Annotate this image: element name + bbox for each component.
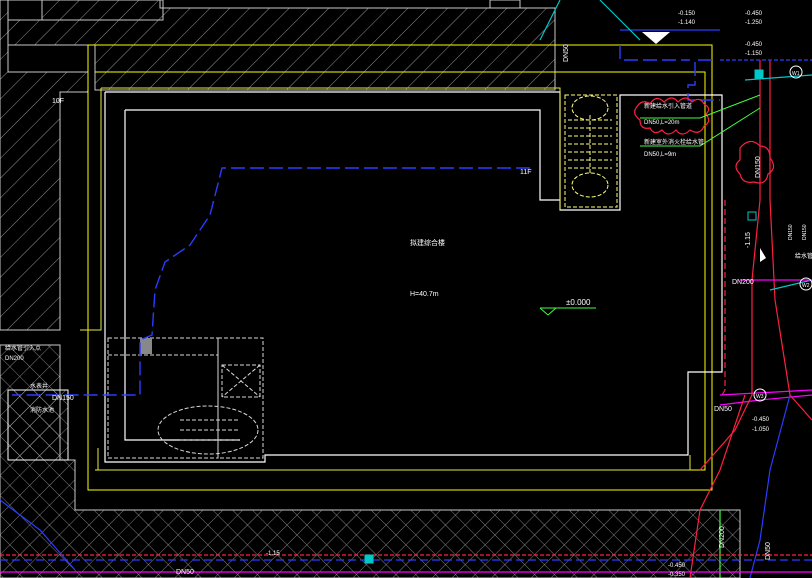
dn-label-vertical: DN150: [755, 156, 762, 178]
building-title: 拟建综合楼: [410, 238, 445, 247]
side-2: DN150: [802, 224, 808, 240]
elev-right-1: -0.450: [752, 417, 770, 423]
elev-top-5: -0.450: [745, 42, 763, 48]
left-note-1: 给水管引入点: [5, 344, 41, 352]
dn-label-left: DN150: [52, 395, 74, 402]
side-3: 给水管: [795, 252, 812, 260]
elevation-symbol: [539, 307, 558, 316]
left-note-4: 消防水池: [30, 406, 54, 414]
right-utilities: [539, 0, 812, 578]
floor-label-left: 10F: [52, 98, 64, 105]
cad-site-plan: 10F 11F 拟建综合楼 H=40.7m ±0.000 DN150 DN200…: [0, 0, 812, 578]
note-1-spec: DN50,L=20m: [644, 120, 680, 126]
elevation-markers: [642, 32, 766, 262]
dn-label-bottom: DN50: [176, 569, 194, 576]
side-1: DN150: [788, 224, 794, 240]
valve-1: W1: [792, 71, 800, 77]
stair-top-right: [564, 94, 618, 208]
dn-label-top: DN50: [563, 44, 570, 62]
valve-3: W3: [756, 394, 764, 400]
building-inner-line: [80, 87, 691, 471]
elevation-zero: ±0.000: [566, 298, 591, 307]
building-height: H=40.7m: [410, 291, 439, 298]
elev-right-v: -1.15: [745, 232, 752, 248]
elev-top-6: -1.150: [745, 51, 763, 57]
elev-bottom-3: -1.15: [266, 551, 280, 557]
setback-lines: [87, 44, 713, 491]
dn-label-right-2: DN50: [714, 406, 732, 413]
elev-bottom-2: -0.350: [668, 572, 686, 578]
elev-bottom-1: -0.450: [668, 563, 686, 569]
elev-top-2: -1.140: [678, 20, 696, 26]
elev-top-3: -0.450: [745, 11, 763, 17]
floor-label-mid: 11F: [520, 169, 532, 176]
elev-top-4: -1.250: [745, 20, 763, 26]
note-2: 新建室外消火栓给水管: [644, 138, 704, 146]
equipment-box: [140, 338, 152, 354]
note-1: 新建给水引入管道: [644, 102, 692, 110]
dn-label-far-right: DN50: [765, 542, 772, 560]
note-2-spec: DN50,L=9m: [644, 152, 676, 158]
dn-label-right: DN200: [732, 279, 754, 286]
elev-top-1: -0.150: [678, 11, 696, 17]
water-pipe: [12, 45, 720, 396]
elev-right-2: -1.050: [752, 427, 770, 433]
left-note-2: DN200: [5, 356, 24, 362]
dn-label-bottom-right: DN200: [719, 526, 726, 548]
pipe-terminals: [364, 65, 812, 564]
existing-building-left: [0, 0, 556, 331]
valve-2: W2: [802, 283, 810, 289]
left-note-3: 水表井: [30, 382, 48, 390]
